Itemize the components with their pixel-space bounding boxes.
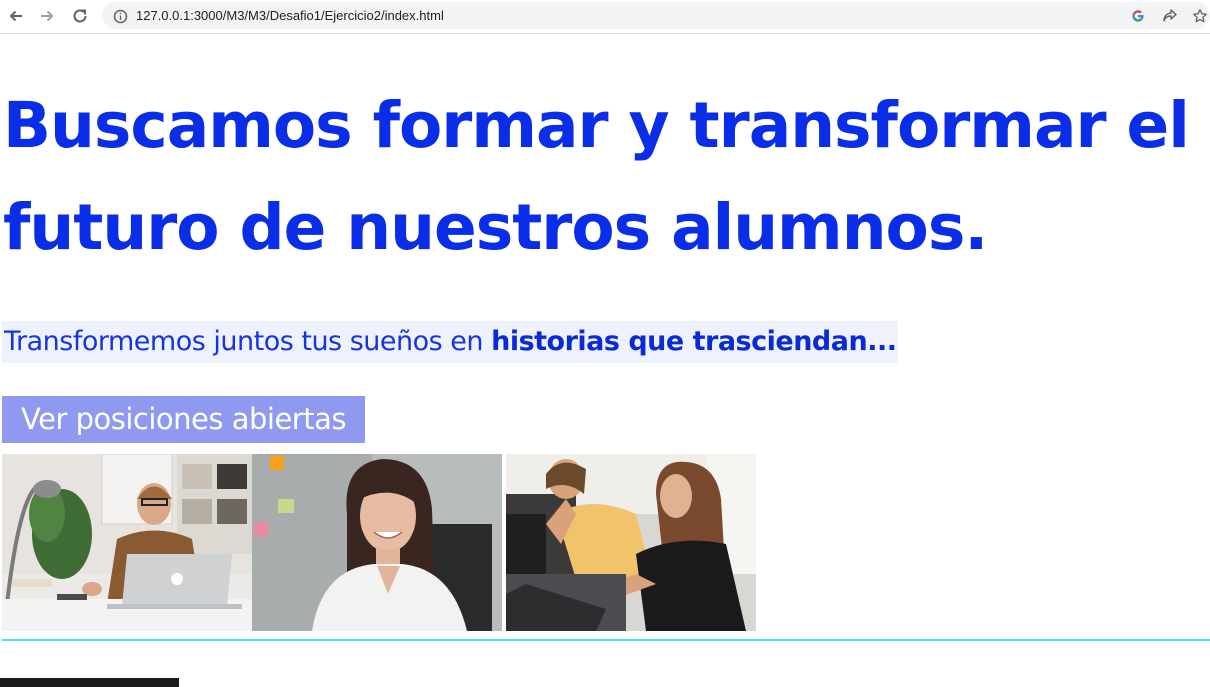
info-icon[interactable] bbox=[110, 6, 130, 26]
tagline-regular-text: Transformemos juntos tus sueños en bbox=[4, 326, 492, 357]
browser-toolbar: 127.0.0.1:3000/M3/M3/Desafio1/Ejercicio2… bbox=[0, 0, 1210, 34]
share-icon[interactable] bbox=[1160, 6, 1180, 26]
photo-smiling-woman bbox=[252, 454, 502, 631]
open-positions-button[interactable]: Ver posiciones abiertas bbox=[2, 396, 365, 443]
address-bar[interactable]: 127.0.0.1:3000/M3/M3/Desafio1/Ejercicio2… bbox=[102, 2, 1210, 29]
url-text: 127.0.0.1:3000/M3/M3/Desafio1/Ejercicio2… bbox=[136, 8, 444, 23]
tagline-bold-text: historias que trasciendan... bbox=[491, 326, 897, 357]
section-divider bbox=[2, 639, 1210, 641]
forward-arrow-icon[interactable] bbox=[35, 4, 59, 28]
back-arrow-icon[interactable] bbox=[4, 4, 28, 28]
hero-headline: Buscamos formar y transformar el futuro … bbox=[3, 89, 1190, 264]
google-icon[interactable] bbox=[1128, 6, 1148, 26]
photo-two-women-laptop bbox=[506, 454, 756, 631]
reload-icon[interactable] bbox=[68, 4, 92, 28]
photo-man-laptop bbox=[2, 454, 252, 631]
hero-tagline: Transformemos juntos tus sueños en histo… bbox=[2, 321, 899, 363]
footer-bar bbox=[0, 678, 179, 687]
star-icon[interactable] bbox=[1190, 6, 1210, 26]
